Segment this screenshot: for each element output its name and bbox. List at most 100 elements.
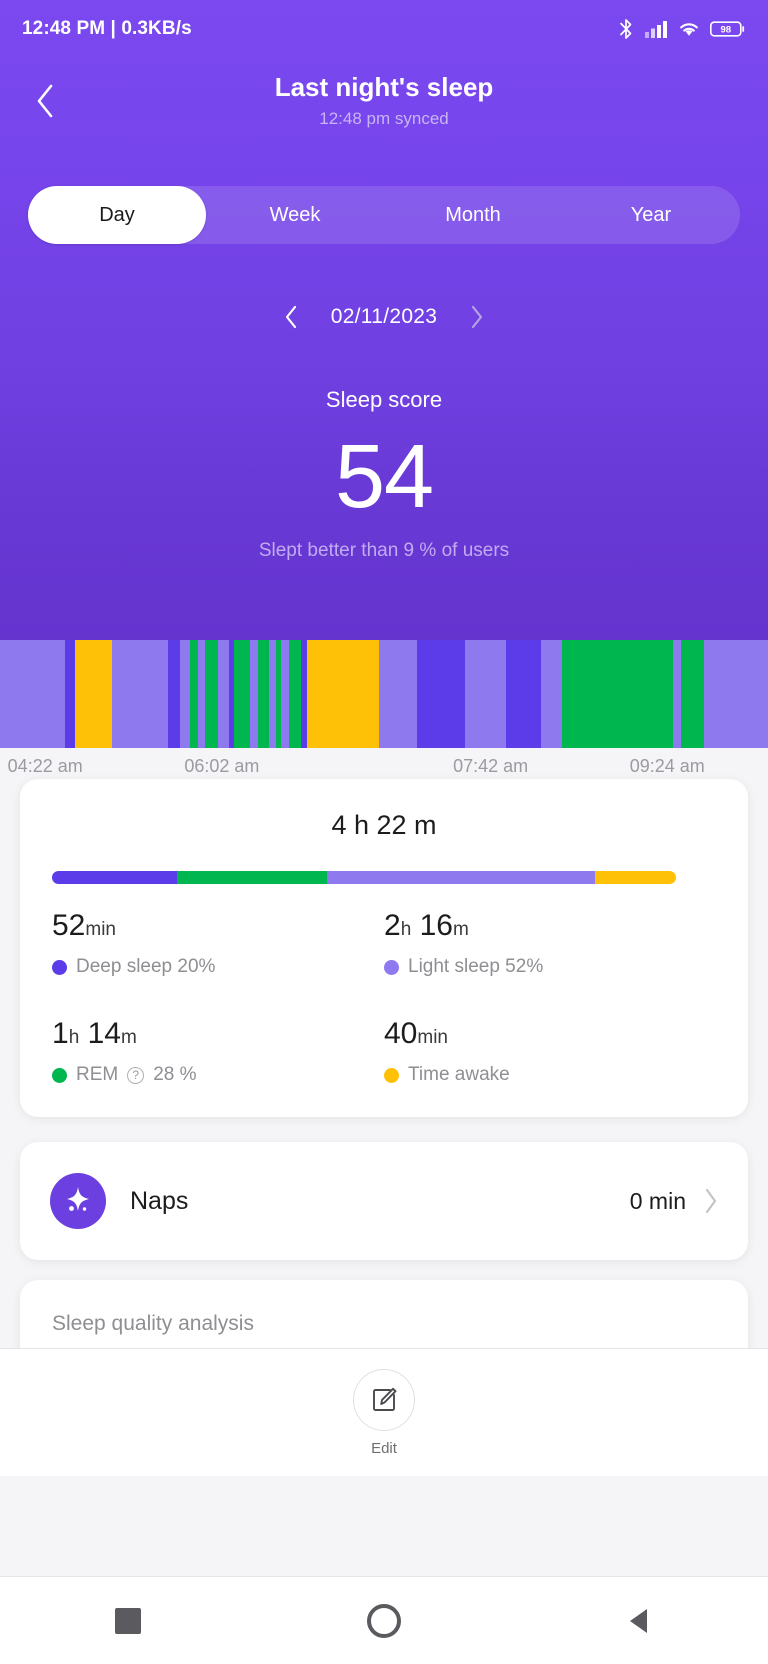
naps-chevron[interactable] <box>704 1188 718 1214</box>
hypnogram-segment-awake <box>75 640 113 748</box>
date-prev-button[interactable] <box>277 303 305 331</box>
hypnogram-segment-deep <box>505 640 542 748</box>
stat-label-row: Deep sleep 20% <box>52 953 384 981</box>
hypnogram-segment-rem <box>204 640 219 748</box>
stat-number: 52 <box>52 909 86 942</box>
hypnogram-segment-deep <box>416 640 465 748</box>
stat-value: 52min <box>52 907 384 949</box>
nav-home-button[interactable] <box>339 1593 429 1649</box>
hypnogram-segments <box>0 640 768 748</box>
stat-number-2: 16 <box>419 909 453 942</box>
hypnogram-chart[interactable] <box>0 640 768 748</box>
stat-number: 2 <box>384 909 401 942</box>
square-icon <box>115 1607 141 1634</box>
hypnogram-segment-light <box>464 640 506 748</box>
tab-week[interactable]: Week <box>206 186 384 244</box>
status-bar-time: 12:48 PM | 0.3KB/s <box>22 18 192 39</box>
hypnogram-segment-rem <box>681 640 705 748</box>
naps-card[interactable]: Naps 0 min <box>20 1142 748 1260</box>
sleep-stage-stats: 52min Deep sleep 20% 2h 16m Light sleep … <box>20 907 748 1089</box>
tab-day[interactable]: Day <box>28 186 206 244</box>
edit-label: Edit <box>371 1439 397 1457</box>
hypnogram-segment-light <box>198 640 205 748</box>
stack-segment-deep <box>52 871 177 884</box>
hypnogram-segment-rem <box>234 640 251 748</box>
page-header: Last night's sleep 12:48 pm synced <box>0 58 768 154</box>
stack-segment-light <box>326 871 595 884</box>
naps-label: Naps <box>130 1186 189 1215</box>
axis-label: 04:22 am <box>7 756 83 776</box>
hero-section: 12:48 PM | 0.3KB/s 98 Last night's sleep… <box>0 0 768 640</box>
hypnogram-segment-light <box>704 640 768 748</box>
axis-label: 07:42 am <box>453 756 529 776</box>
hypnogram-segment-light <box>0 640 66 748</box>
current-date[interactable]: 02/11/2023 <box>331 305 438 329</box>
total-sleep-duration: 4 h 22 m <box>331 810 437 840</box>
nav-back-button[interactable] <box>595 1593 685 1649</box>
sparkle-icon <box>67 1187 89 1211</box>
stat-label: Time awake <box>408 1064 510 1085</box>
hypnogram-segment-rem <box>562 640 674 748</box>
nap-icon-circle <box>50 1173 106 1229</box>
stat-label: Deep sleep 20% <box>76 956 216 977</box>
axis-label: 09:24 am <box>629 756 705 776</box>
hypnogram-segment-light <box>378 640 417 748</box>
chevron-left-icon <box>285 305 296 329</box>
wifi-icon <box>680 23 698 36</box>
hypnogram-segment-deep <box>168 640 181 748</box>
stat-label: Light sleep 52% <box>408 956 544 977</box>
awake-color-dot <box>384 1067 399 1083</box>
chevron-right-icon <box>705 1188 717 1214</box>
edit-button[interactable] <box>353 1368 415 1431</box>
status-bar-icons: 98 <box>617 18 746 40</box>
bluetooth-icon <box>620 19 632 39</box>
circle-icon <box>367 1603 401 1638</box>
edit-pencil-icon <box>373 1387 397 1411</box>
sleep-summary-card: 4 h 22 m 52min Deep sleep 20% 2h 16m Lig… <box>20 779 748 1117</box>
hypnogram-segment-deep <box>65 640 76 748</box>
stat-label-prefix: REM <box>76 1064 119 1085</box>
battery-icon: 98 <box>710 21 745 37</box>
stat-time-awake: 40min Time awake <box>384 1015 716 1089</box>
cellular-signal-icon <box>645 21 667 38</box>
chevron-left-icon <box>37 84 53 118</box>
tab-month[interactable]: Month <box>384 186 562 244</box>
stat-label-row: REM ? 28 % <box>52 1061 384 1089</box>
stat-light-sleep: 2h 16m Light sleep 52% <box>384 907 716 981</box>
stat-unit-2: m <box>120 1027 137 1048</box>
stat-deep-sleep: 52min Deep sleep 20% <box>52 907 384 981</box>
hypnogram-segment-rem <box>257 640 270 748</box>
sleep-score-block: Sleep score 54 Slept better than 9 % of … <box>0 385 768 565</box>
tab-year[interactable]: Year <box>562 186 740 244</box>
rem-color-dot <box>52 1067 67 1083</box>
hypnogram-segment-awake <box>307 640 379 748</box>
sleep-stage-stacked-bar <box>52 871 676 884</box>
hypnogram-segment-light <box>673 640 682 748</box>
date-next-button[interactable] <box>463 303 491 331</box>
deep-sleep-color-dot <box>52 959 67 975</box>
stat-label-row: Time awake <box>384 1061 716 1089</box>
sync-status: 12:48 pm synced <box>319 109 449 128</box>
stack-segment-awake <box>594 871 676 884</box>
nav-recents-button[interactable] <box>83 1593 173 1649</box>
hypnogram-segment-light <box>250 640 258 748</box>
naps-value: 0 min <box>629 1187 686 1214</box>
stat-number-2: 14 <box>87 1017 121 1050</box>
stat-value: 40min <box>384 1015 716 1057</box>
status-bar: 12:48 PM | 0.3KB/s 98 <box>0 0 768 58</box>
stack-segment-rem <box>176 871 327 884</box>
hypnogram-segment-light <box>112 640 169 748</box>
hypnogram-segment-light <box>280 640 289 748</box>
stat-value: 2h 16m <box>384 907 716 949</box>
stat-rem: 1h 14m REM ? 28 % <box>52 1015 384 1089</box>
stat-unit: min <box>85 919 116 940</box>
sleep-quality-title: Sleep quality analysis <box>52 1312 254 1335</box>
light-sleep-color-dot <box>384 959 399 975</box>
date-navigator: 02/11/2023 <box>0 295 768 339</box>
help-icon[interactable]: ? <box>127 1066 145 1084</box>
sleep-score-label: Sleep score <box>325 387 443 412</box>
hypnogram-segment-rem <box>288 640 301 748</box>
back-button[interactable] <box>22 78 68 124</box>
stat-value: 1h 14m <box>52 1015 384 1057</box>
sleep-score-value: 54 <box>334 427 434 527</box>
